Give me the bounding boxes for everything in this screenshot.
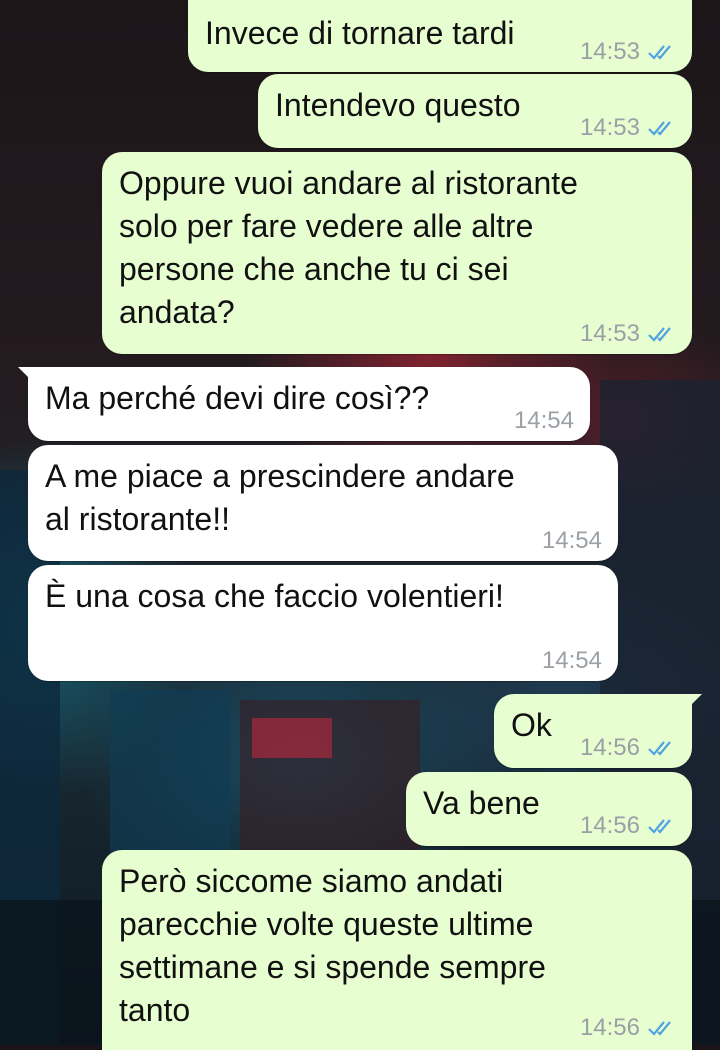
- message-meta: 14:53: [580, 320, 676, 348]
- message-text: Però siccome siamo andati parecchie volt…: [119, 863, 546, 1028]
- message-meta: 14:56: [580, 812, 676, 840]
- message-text: A me piace a prescindere andare al risto…: [45, 458, 515, 537]
- message-bubble-outgoing[interactable]: Ok 14:56: [494, 694, 702, 768]
- message-text: Oppure vuoi andare al ristorante solo pe…: [119, 165, 578, 330]
- message-bubble-outgoing[interactable]: Però siccome siamo andati parecchie volt…: [102, 850, 692, 1050]
- message-meta: 14:54: [542, 527, 602, 555]
- message-time: 14:56: [579, 1014, 640, 1041]
- message-list: Invece di tornare tardi 14:53 Intendevo …: [0, 0, 720, 1050]
- message-time: 14:54: [541, 647, 602, 674]
- message-time: 14:53: [579, 38, 640, 65]
- message-bubble-incoming[interactable]: A me piace a prescindere andare al risto…: [28, 445, 618, 561]
- message-bubble-outgoing[interactable]: Va bene 14:56: [406, 772, 692, 846]
- message-meta: 14:54: [542, 647, 602, 675]
- message-time: 14:54: [541, 527, 602, 554]
- message-bubble-incoming[interactable]: Ma perché devi dire così?? 14:54: [18, 367, 590, 441]
- message-time: 14:56: [579, 734, 640, 761]
- message-text: È una cosa che faccio volentieri!: [45, 578, 504, 614]
- message-meta: 14:56: [580, 1014, 676, 1042]
- message-time: 14:54: [513, 407, 574, 434]
- message-time: 14:56: [579, 812, 640, 839]
- message-bubble-outgoing[interactable]: Intendevo questo 14:53: [258, 74, 692, 148]
- message-meta: 14:53: [580, 38, 676, 66]
- message-bubble-incoming[interactable]: È una cosa che faccio volentieri! 14:54: [28, 565, 618, 681]
- message-bubble-outgoing[interactable]: Invece di tornare tardi 14:53: [188, 0, 692, 72]
- message-meta: 14:53: [580, 114, 676, 142]
- double-check-icon: [648, 819, 671, 834]
- double-check-icon: [648, 1021, 671, 1036]
- message-meta: 14:56: [580, 734, 676, 762]
- message-text: Ma perché devi dire così??: [45, 380, 430, 416]
- message-meta: 14:54: [514, 407, 574, 435]
- double-check-icon: [648, 121, 671, 136]
- message-time: 14:53: [579, 114, 640, 141]
- message-time: 14:53: [579, 320, 640, 347]
- double-check-icon: [648, 741, 671, 756]
- double-check-icon: [648, 45, 671, 60]
- message-bubble-outgoing[interactable]: Oppure vuoi andare al ristorante solo pe…: [102, 152, 692, 354]
- double-check-icon: [648, 327, 671, 342]
